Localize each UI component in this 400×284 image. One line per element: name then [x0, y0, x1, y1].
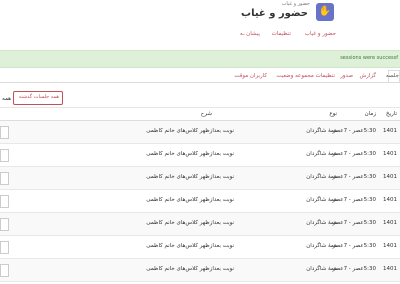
row-action-button[interactable] [0, 172, 9, 185]
filter-divider [0, 107, 400, 108]
nav-item-attendance[interactable]: حضور و غیاب [305, 31, 336, 37]
cell-description: نوبت بعدازظهر کلاس‌های خانم کاظمی [146, 151, 234, 157]
filter-pill-label: همه جلسات گذشته [18, 94, 59, 100]
tab-report[interactable]: گزارش [359, 73, 376, 79]
cell-date: 1401 [383, 220, 397, 226]
cell-date: 1401 [383, 174, 397, 180]
row-action-button[interactable] [0, 149, 9, 162]
table-row[interactable]: 1401 5:30عصر - 7عصر همهٔ شاگردان نوبت بعداز… [0, 213, 400, 236]
nav-item-settings[interactable]: تنظیمات [272, 31, 291, 37]
nav-item-dashboard[interactable]: پیشان ـه [240, 31, 260, 37]
cell-type: همهٔ شاگردان [306, 243, 337, 249]
cell-date: 1401 [383, 266, 397, 272]
tab-status-settings[interactable]: تنظیمات مجموعه وضعیت [276, 73, 335, 79]
cell-type: همهٔ شاگردان [306, 197, 337, 203]
cell-description: نوبت بعدازظهر کلاس‌های خانم کاظمی [146, 220, 234, 226]
app-title[interactable]: حضور و غیاب [241, 8, 308, 19]
table-row[interactable]: 1401 5:30عصر - 7عصر همهٔ شاگردان نوبت بعداز… [0, 259, 400, 282]
cell-type: همهٔ شاگردان [306, 128, 337, 134]
cell-description: نوبت بعدازظهر کلاس‌های خانم کاظمی [146, 266, 234, 272]
filter-label: همه [2, 96, 12, 102]
table-row[interactable]: 1401 5:30عصر - 7عصر همهٔ شاگردان نوبت بعداز… [0, 167, 400, 190]
tab-export[interactable]: صدور [340, 73, 353, 79]
cell-type: همهٔ شاگردان [306, 220, 337, 226]
cell-description: نوبت بعدازظهر کلاس‌های خانم کاظمی [146, 243, 234, 249]
row-action-button[interactable] [0, 264, 9, 277]
table-row[interactable]: 1401 5:30عصر - 7عصر همهٔ شاگردان نوبت بعداز… [0, 236, 400, 259]
row-action-button[interactable] [0, 195, 9, 208]
success-alert: sessions were successf [0, 50, 400, 68]
table-row[interactable]: 1401 5:30عصر - 7عصر همهٔ شاگردان نوبت بعداز… [0, 144, 400, 167]
cell-description: نوبت بعدازظهر کلاس‌های خانم کاظمی [146, 197, 234, 203]
row-action-button[interactable] [0, 126, 9, 139]
cell-time: 5:30عصر - 7عصر [332, 128, 376, 134]
row-action-button[interactable] [0, 241, 9, 254]
cell-description: نوبت بعدازظهر کلاس‌های خانم کاظمی [146, 174, 234, 180]
cell-type: همهٔ شاگردان [306, 266, 337, 272]
column-header-description[interactable]: شرح [201, 111, 212, 117]
cell-time: 5:30عصر - 7عصر [332, 197, 376, 203]
cell-date: 1401 [383, 151, 397, 157]
cell-date: 1401 [383, 128, 397, 134]
alert-text: sessions were successf [340, 55, 398, 61]
column-header-type[interactable]: نوع [329, 111, 337, 117]
cell-description: نوبت بعدازظهر کلاس‌های خانم کاظمی [146, 128, 234, 134]
cell-time: 5:30عصر - 7عصر [332, 151, 376, 157]
row-action-button[interactable] [0, 218, 9, 231]
cell-time: 5:30عصر - 7عصر [332, 174, 376, 180]
tabs-divider [0, 82, 400, 83]
cell-time: 5:30عصر - 7عصر [332, 220, 376, 226]
filter-past-sessions-button[interactable]: همه جلسات گذشته [13, 91, 63, 105]
sessions-table-body: 1401 5:30عصر - 7عصر همهٔ شاگردان نوبت بعداز… [0, 121, 400, 284]
hand-icon: ✋ [318, 6, 332, 17]
table-row[interactable]: 1401 5:30عصر - 7عصر همهٔ شاگردان نوبت بعداز… [0, 121, 400, 144]
app-subtitle: حضور و غیاب [281, 1, 310, 7]
cell-time: 5:30عصر - 7عصر [332, 266, 376, 272]
cell-type: همهٔ شاگردان [306, 174, 337, 180]
column-header-date[interactable]: تاریخ [386, 111, 397, 117]
cell-date: 1401 [383, 197, 397, 203]
tab-temp-users[interactable]: کاربران موقت [234, 73, 267, 79]
tab-session[interactable]: جلسه [386, 73, 399, 79]
cell-date: 1401 [383, 243, 397, 249]
cell-time: 5:30عصر - 7عصر [332, 243, 376, 249]
app-logo[interactable]: ✋ [316, 3, 334, 21]
table-row[interactable]: 1401 5:30عصر - 7عصر همهٔ شاگردان نوبت بعداز… [0, 190, 400, 213]
cell-type: همهٔ شاگردان [306, 151, 337, 157]
column-header-time[interactable]: زمان [365, 111, 376, 117]
